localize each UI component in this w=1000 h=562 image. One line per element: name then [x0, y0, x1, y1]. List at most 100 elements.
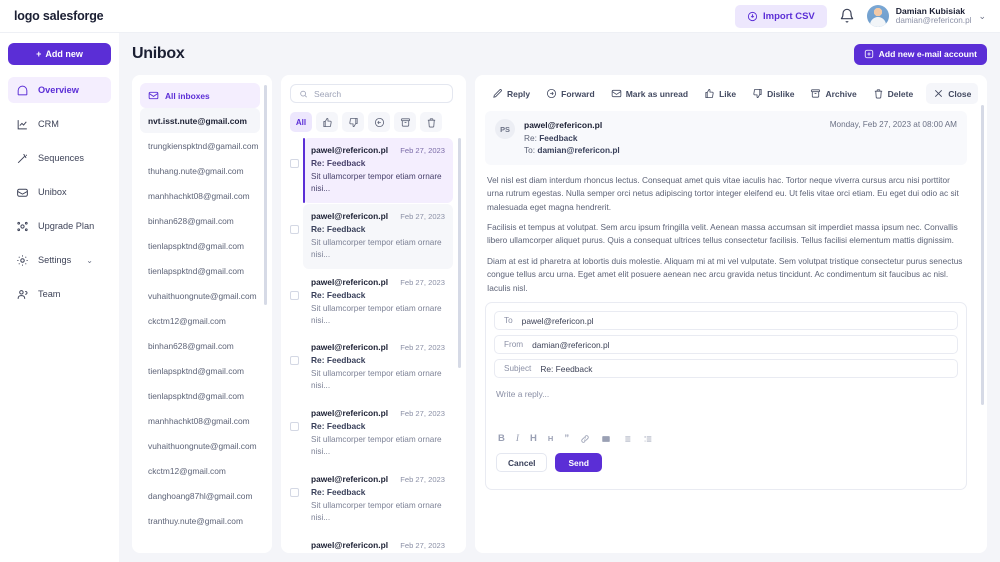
inbox-account-label: tienlapspktnd@gmail.com [148, 240, 245, 251]
like-button[interactable]: Like [697, 83, 743, 104]
search-input[interactable] [313, 88, 444, 99]
inbox-account-item[interactable]: ckctm12@gmail.com [140, 458, 260, 483]
reply-body-input[interactable]: Write a reply... [494, 383, 958, 429]
inbox-item-all-inboxes[interactable]: All inboxes [140, 83, 260, 108]
email-card[interactable]: pawel@refericon.plFeb 27, 2023Re: Feedba… [303, 138, 453, 203]
delete-button[interactable]: Delete [866, 83, 921, 104]
inbox-accounts-scroll[interactable]: All inboxes nvt.isst.nute@gmail.com trung… [140, 83, 268, 545]
filter-like-button[interactable] [316, 112, 338, 133]
email-list-scrollbar[interactable] [458, 138, 461, 369]
email-card[interactable]: pawel@refericon.plFeb 27, 2023Re: Feedba… [303, 533, 453, 553]
reply-from-field[interactable]: From damian@refericon.pl [494, 335, 958, 355]
inbox-account-item[interactable]: binhan628@gmail.com [140, 333, 260, 358]
email-list-item[interactable]: pawel@refericon.plFeb 27, 2023Re: Feedba… [290, 270, 453, 335]
archive-button[interactable]: Archive [803, 83, 863, 104]
sidebar-item-team[interactable]: Team [8, 281, 111, 307]
wand-icon [16, 152, 29, 165]
inbox-scrollbar[interactable] [264, 85, 267, 305]
inbox-account-item[interactable]: ckctm12@gmail.com [140, 308, 260, 333]
email-list-item[interactable]: pawel@refericon.plFeb 27, 2023Re: Feedba… [290, 533, 453, 553]
inbox-account-item[interactable]: vuhaithuongnute@gmail.com [140, 283, 260, 308]
reply-to-field[interactable]: To pawel@refericon.pl [494, 311, 958, 331]
heading-1-icon[interactable]: H [530, 433, 537, 444]
user-menu[interactable]: Damian Kubisiak damian@refericon.pl ⌄ [866, 5, 986, 27]
reply-button[interactable]: Reply [485, 83, 537, 104]
reply-subject-field[interactable]: Subject Re: Feedback [494, 359, 958, 379]
email-list-item[interactable]: pawel@refericon.plFeb 27, 2023Re: Feedba… [290, 401, 453, 466]
app-root: logo salesforge Import CSV Damian Kubisi… [0, 0, 1000, 562]
filter-replied-button[interactable] [368, 112, 390, 133]
filter-trash-button[interactable] [420, 112, 442, 133]
email-select-checkbox[interactable] [290, 290, 299, 300]
numbered-list-icon[interactable] [643, 434, 653, 444]
chevron-down-icon[interactable]: ⌄ [978, 11, 986, 22]
inbox-account-item[interactable]: manhhachkt08@gmail.com [140, 183, 260, 208]
filter-all-button[interactable]: All [290, 112, 312, 133]
quote-icon[interactable]: ” [564, 433, 569, 444]
email-select-checkbox[interactable] [290, 224, 299, 234]
email-select-checkbox[interactable] [290, 488, 299, 498]
dislike-button[interactable]: Dislike [745, 83, 801, 104]
inbox-account-item[interactable]: thuhang.nute@gmail.com [140, 158, 260, 183]
inbox-account-item[interactable]: tienlapspktnd@gmail.com [140, 258, 260, 283]
bell-icon[interactable] [839, 8, 855, 24]
sidebar-item-label: Settings [38, 255, 72, 265]
inbox-account-item[interactable]: manhhachkt08@gmail.com [140, 408, 260, 433]
sidebar-item-sequences[interactable]: Sequences [8, 145, 111, 171]
forward-button[interactable]: Forward [539, 83, 602, 104]
message-paragraph: Diam at est id pharetra at lobortis duis… [487, 255, 963, 293]
sidebar-item-settings[interactable]: Settings ⌄ [8, 247, 111, 273]
email-list-item[interactable]: pawel@refericon.plFeb 27, 2023Re: Feedba… [290, 335, 453, 400]
email-card[interactable]: pawel@refericon.plFeb 27, 2023Re: Feedba… [303, 401, 453, 466]
sidebar-item-overview[interactable]: Overview [8, 77, 111, 103]
add-new-button[interactable]: + Add new [8, 43, 111, 65]
thumbs-up-icon [322, 117, 332, 127]
inbox-account-item[interactable]: binhan628@gmail.com [140, 208, 260, 233]
email-list-item[interactable]: pawel@refericon.plFeb 27, 2023Re: Feedba… [290, 138, 453, 203]
sidebar-item-crm[interactable]: CRM [8, 111, 111, 137]
filter-archive-button[interactable] [394, 112, 416, 133]
email-date: Feb 27, 2023 [400, 211, 445, 221]
send-button[interactable]: Send [555, 453, 602, 473]
email-list-scroll[interactable]: pawel@refericon.pl Feb 27, 2023 Re: Feedba… [290, 138, 462, 553]
sidebar-item-upgrade-plan[interactable]: Upgrade Plan [8, 213, 111, 239]
close-button[interactable]: Close [926, 83, 979, 104]
email-detail-scroll[interactable]: PS pawel@refericon.pl Re: Feedback To: d… [485, 104, 979, 553]
import-csv-button[interactable]: Import CSV [735, 4, 827, 28]
mark-unread-button[interactable]: Mark as unread [604, 83, 695, 104]
inbox-account-item[interactable]: tienlapspktnd@gmail.com [140, 383, 260, 408]
filter-dislike-button[interactable] [342, 112, 364, 133]
inbox-account-item[interactable]: tranthuy.nute@gmail.com [140, 508, 260, 533]
link-icon[interactable] [580, 434, 590, 444]
heading-2-icon[interactable]: H [548, 434, 553, 443]
email-list-item[interactable]: pawel@refericon.plFeb 27, 2023Re: Feedba… [290, 467, 453, 532]
inbox-account-item[interactable]: danghoang87hl@gmail.com [140, 483, 260, 508]
add-email-account-button[interactable]: Add new e-mail account [853, 43, 987, 65]
sidebar-item-unibox[interactable]: Unibox [8, 179, 111, 205]
italic-icon[interactable]: I [516, 434, 519, 444]
search-box[interactable] [290, 84, 453, 104]
detail-scrollbar[interactable] [981, 105, 984, 405]
bold-icon[interactable]: B [498, 433, 505, 444]
inbox-account-item[interactable]: tienlapspktnd@gmail.com [140, 233, 260, 258]
email-select-checkbox[interactable] [290, 159, 299, 169]
email-select-checkbox[interactable] [290, 356, 299, 366]
email-card[interactable]: pawel@refericon.plFeb 27, 2023Re: Feedba… [303, 335, 453, 400]
email-date: Feb 27, 2023 [400, 277, 445, 287]
inbox-account-item[interactable]: trungkienspktnd@gamail.com [140, 133, 260, 158]
inbox-account-item[interactable]: nvt.isst.nute@gmail.com [140, 108, 260, 133]
image-icon[interactable] [601, 434, 611, 444]
email-card[interactable]: pawel@refericon.plFeb 27, 2023Re: Feedba… [303, 270, 453, 335]
archive-icon [400, 118, 410, 127]
email-list-item[interactable]: pawel@refericon.plFeb 27, 2023Re: Feedba… [290, 203, 453, 269]
reply-label: Reply [507, 88, 531, 99]
email-card[interactable]: pawel@refericon.plFeb 27, 2023Re: Feedba… [303, 203, 453, 269]
message-body: Vel nisl est diam interdum rhoncus lectu… [485, 165, 967, 296]
email-card[interactable]: pawel@refericon.plFeb 27, 2023Re: Feedba… [303, 467, 453, 532]
inbox-account-item[interactable]: vuhaithuongnute@gmail.com [140, 433, 260, 458]
bullet-list-icon[interactable] [622, 434, 632, 444]
email-select-checkbox[interactable] [290, 422, 299, 432]
inbox-account-item[interactable]: tienlapspktnd@gmail.com [140, 358, 260, 383]
chevron-down-icon[interactable]: ⌄ [86, 256, 93, 265]
cancel-button[interactable]: Cancel [496, 453, 548, 473]
